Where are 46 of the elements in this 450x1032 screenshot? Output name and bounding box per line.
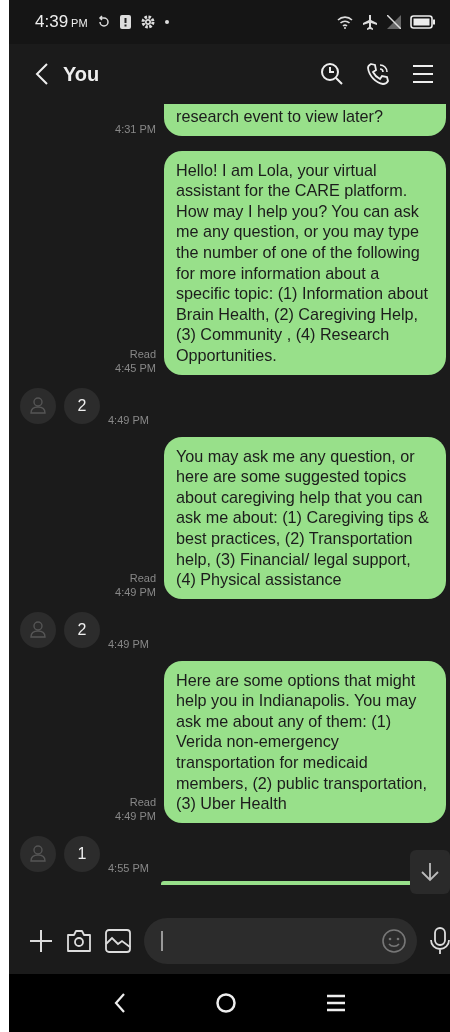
message-bubble: Hello! I am Lola, your virtual assistant for the CARE platform. How may I help you? You can ask me any question, or you may type the number of one of the following for more information about a specific topic: (1) Information about Brain Health, (2) Caregiving Help, (3) Community , (4) Research Opportunities.	[164, 150, 446, 375]
message-bubble: You may ask me any question, or here are some suggested topics about caregiving help that you can ask me about: (1) Caregiving tips & best practices, (2) Transportation help, (3) Financial/ legal support, (4) Physical assistance	[164, 436, 446, 599]
read-receipt: Read	[129, 794, 156, 809]
contact-name: You	[63, 62, 100, 86]
message-time: 4:49 PM	[108, 413, 149, 426]
microphone-button[interactable]	[430, 927, 450, 955]
emoji-icon[interactable]	[381, 928, 407, 954]
battery-icon	[410, 15, 436, 29]
camera-button[interactable]	[66, 929, 92, 953]
status-time: 4:39 PM	[35, 12, 88, 32]
avatar-icon	[20, 387, 56, 424]
avatar-icon	[20, 835, 56, 872]
message-time: 4:31 PM	[115, 121, 156, 136]
no-signal-icon	[387, 15, 401, 29]
airplane-icon	[362, 14, 378, 30]
message-bubble: research event to view later?	[164, 104, 446, 136]
back-nav-button[interactable]	[113, 993, 126, 1013]
message-time: 4:49 PM	[108, 637, 149, 650]
message-time: 4:45 PM	[115, 360, 156, 375]
alert-icon	[119, 15, 131, 29]
home-button[interactable]	[214, 992, 237, 1014]
message-bubble: 1	[64, 835, 100, 872]
sync-icon	[96, 15, 111, 29]
message-bubble: 2	[64, 387, 100, 424]
read-receipt: Read	[129, 570, 156, 585]
call-button[interactable]	[366, 62, 390, 86]
menu-button[interactable]	[412, 64, 434, 84]
message-time: 4:49 PM	[115, 584, 156, 599]
message-bubble: Here are some options that might help you in Indianapolis. You may ask me about any of them: (1) Verida non-emergency transportation for medicaid members, (2) public transportation, (3) Uber Health	[164, 660, 446, 823]
read-receipt: Read	[129, 346, 156, 361]
avatar-icon	[20, 611, 56, 648]
wifi-icon	[337, 15, 353, 29]
recent-apps-button[interactable]	[325, 994, 346, 1012]
message-bubble: 2	[64, 611, 100, 648]
back-button[interactable]	[35, 63, 49, 85]
search-button[interactable]	[320, 62, 344, 86]
text-cursor	[161, 931, 163, 951]
message-input[interactable]	[144, 918, 417, 964]
settings-icon	[139, 14, 156, 30]
arrow-down-icon	[420, 862, 440, 882]
add-button[interactable]	[29, 929, 53, 953]
message-time: 4:49 PM	[115, 808, 156, 823]
gallery-button[interactable]	[105, 929, 131, 953]
message-time: 4:55 PM	[108, 861, 149, 874]
dot-icon	[164, 20, 169, 24]
scroll-down-button[interactable]	[410, 850, 450, 894]
